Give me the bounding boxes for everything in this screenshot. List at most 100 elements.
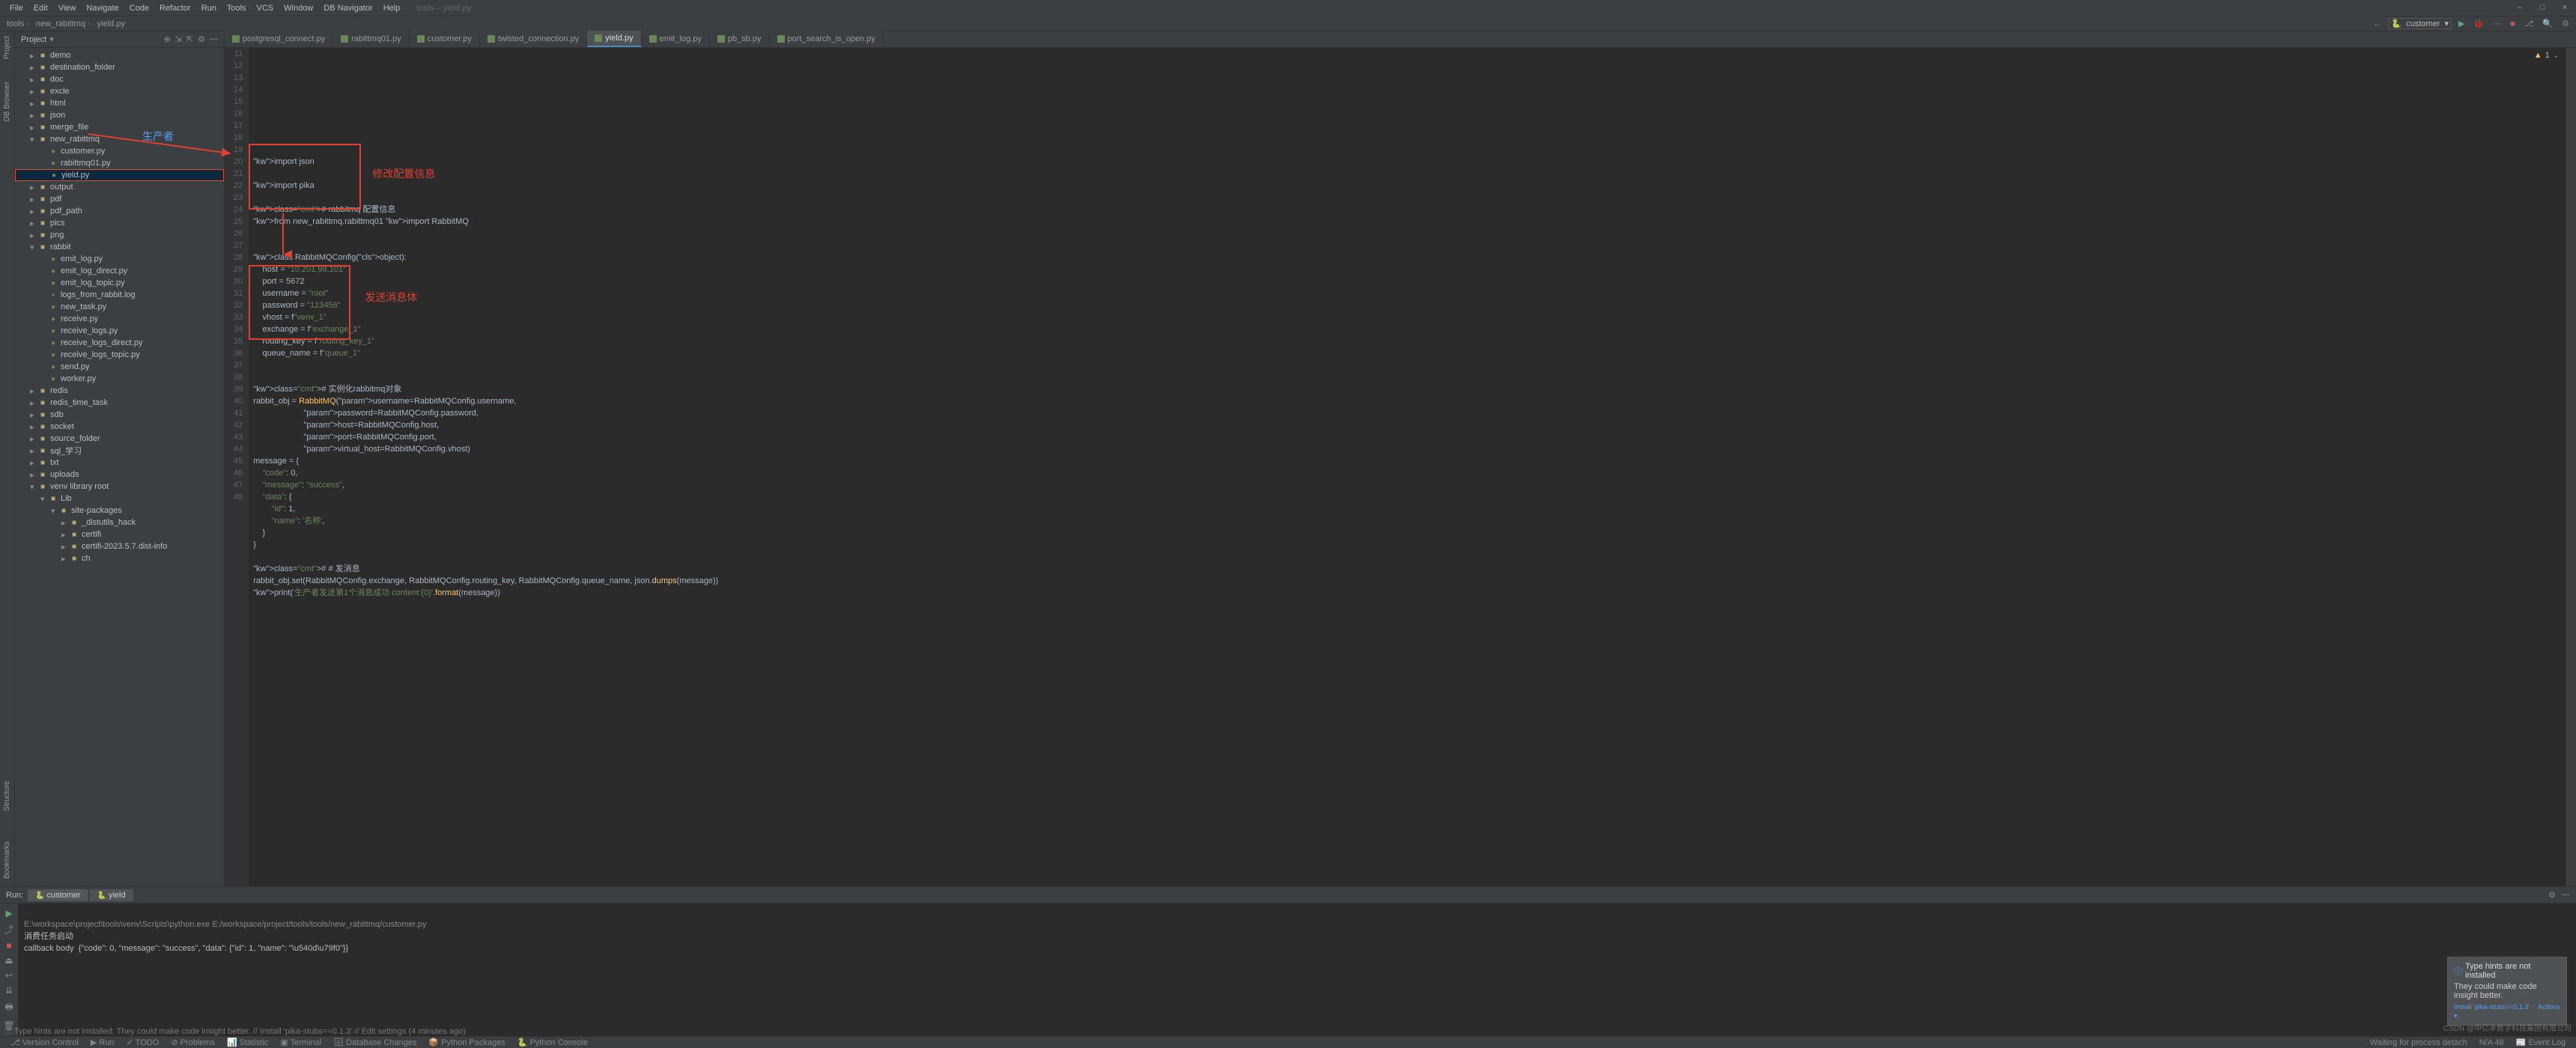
git-icon[interactable]: ⎇ <box>2522 19 2536 28</box>
debug-button[interactable]: 🐞 <box>2471 19 2486 28</box>
minimize-button[interactable]: – <box>2509 0 2531 15</box>
run-button[interactable] <box>2456 19 2467 28</box>
run-tab-customer[interactable]: 🐍 customer <box>28 889 88 901</box>
tree-item-ch[interactable]: ▸■ch <box>15 552 224 564</box>
tree-item-worker-py[interactable]: ●worker.py <box>15 373 224 385</box>
status-eventlog[interactable]: 📰 Event Log <box>2510 1038 2572 1047</box>
tree-item-excle[interactable]: ▸■excle <box>15 85 224 97</box>
tree-item-sdb[interactable]: ▸■sdb <box>15 409 224 421</box>
tree-item-output[interactable]: ▸■output <box>15 181 224 193</box>
run-config-selector[interactable]: 🐍 customer ▾ <box>2388 18 2452 29</box>
run-hide-icon[interactable]: — <box>2562 890 2570 900</box>
back-icon[interactable]: ← <box>2371 19 2384 28</box>
menu-window[interactable]: Window <box>279 4 318 13</box>
menu-tools[interactable]: Tools <box>222 4 252 13</box>
status-pypackages[interactable]: 📦 Python Packages <box>422 1038 511 1047</box>
status-terminal[interactable]: ▣ Terminal <box>274 1038 327 1047</box>
locate-icon[interactable]: ⊕ <box>163 34 170 44</box>
tree-item-rabbit[interactable]: ▾■rabbit <box>15 241 224 253</box>
install-link[interactable]: Install 'pika-stubs==0.1.3' <box>2454 1003 2530 1011</box>
menu-navigate[interactable]: Navigate <box>81 4 124 13</box>
tree-item-yield-py[interactable]: ●yield.py <box>15 169 224 181</box>
tree-item-receive-py[interactable]: ●receive.py <box>15 313 224 325</box>
hide-icon[interactable]: — <box>210 34 218 44</box>
settings-icon[interactable]: ⚙ <box>2560 19 2572 28</box>
breadcrumb-root[interactable]: tools <box>4 19 34 28</box>
status-vcs[interactable]: ⎇ Version Control <box>4 1038 85 1047</box>
run-output[interactable]: E:\workspace\project\tools\venv\Scripts\… <box>18 904 2576 1036</box>
tree-item-logs-from-rabbit-log[interactable]: ▪logs_from_rabbit.log <box>15 289 224 301</box>
tree-item-receive-logs-direct-py[interactable]: ●receive_logs_direct.py <box>15 337 224 349</box>
tree-item-source-folder[interactable]: ▸■source_folder <box>15 433 224 445</box>
inspection-widget[interactable]: ▲ 1 ⌄ <box>2534 49 2560 61</box>
tree-item-png[interactable]: ▸■png <box>15 229 224 241</box>
tree-item-lib[interactable]: ▾■Lib <box>15 493 224 505</box>
menu-dbnavigator[interactable]: DB Navigator <box>318 4 377 13</box>
tree-item-destination-folder[interactable]: ▸■destination_folder <box>15 61 224 73</box>
tab-rabittmq01-py[interactable]: rabittmq01.py <box>333 31 410 47</box>
tree-item-html[interactable]: ▸■html <box>15 97 224 109</box>
menu-view[interactable]: View <box>53 4 82 13</box>
stop-button[interactable] <box>2508 19 2518 28</box>
tree-item-socket[interactable]: ▸■socket <box>15 421 224 433</box>
tree-item-pdf[interactable]: ▸■pdf <box>15 193 224 205</box>
status-statistic[interactable]: 📊 Statistic <box>221 1038 274 1047</box>
more-run-icon[interactable]: ⋯ <box>2491 19 2503 28</box>
tree-item-uploads[interactable]: ▸■uploads <box>15 469 224 481</box>
scroll-end-icon[interactable]: ⇊ <box>5 985 13 996</box>
tree-item-send-py[interactable]: ●send.py <box>15 361 224 373</box>
tree-item-redis-time-task[interactable]: ▸■redis_time_task <box>15 397 224 409</box>
menu-run[interactable]: Run <box>196 4 222 13</box>
status-pyconsole[interactable]: 🐍 Python Console <box>511 1038 594 1047</box>
tree-item-certifi-2023-5-7-dist-info[interactable]: ▸■certifi-2023.5.7.dist-info <box>15 540 224 552</box>
maximize-button[interactable]: □ <box>2531 0 2554 15</box>
run-tab-yield[interactable]: 🐍 yield <box>90 889 133 901</box>
tree-item-emit-log-topic-py[interactable]: ●emit_log_topic.py <box>15 277 224 289</box>
tree-item-demo[interactable]: ▸■demo <box>15 49 224 61</box>
tab-port-search-is-open-py[interactable]: port_search_is_open.py <box>770 31 884 47</box>
notification-balloon[interactable]: ⓘ Type hints are not installed They coul… <box>2447 957 2567 1026</box>
tree-item-json[interactable]: ▸■json <box>15 109 224 121</box>
close-button[interactable]: × <box>2554 0 2576 15</box>
soft-wrap-icon[interactable]: ↩ <box>5 970 13 981</box>
status-todo[interactable]: ✓ TODO <box>121 1038 165 1047</box>
db-browser-tool-button[interactable]: DB Browser <box>3 82 11 121</box>
tree-item-customer-py[interactable]: ●customer.py <box>15 145 224 157</box>
menu-help[interactable]: Help <box>378 4 406 13</box>
menu-code[interactable]: Code <box>124 4 154 13</box>
tree-item-rabittmq01-py[interactable]: ●rabittmq01.py <box>15 157 224 169</box>
menu-refactor[interactable]: Refactor <box>154 4 196 13</box>
run-stop-button[interactable] <box>6 940 11 951</box>
tree-item-certifi[interactable]: ▸■certifi <box>15 528 224 540</box>
collapse-icon[interactable]: ⇱ <box>186 34 193 44</box>
tab-emit-log-py[interactable]: emit_log.py <box>642 31 710 47</box>
run-exit-icon[interactable]: ⏏ <box>4 955 13 966</box>
editor-marker-bar[interactable] <box>2566 48 2576 886</box>
menu-file[interactable]: File <box>4 4 28 13</box>
tree-item-receive-logs-topic-py[interactable]: ●receive_logs_topic.py <box>15 349 224 361</box>
tab-twisted-connection-py[interactable]: twisted_connection.py <box>480 31 587 47</box>
search-icon[interactable]: 🔍 <box>2540 19 2555 28</box>
tree-item-emit-log-py[interactable]: ●emit_log.py <box>15 253 224 265</box>
tree-item-new-task-py[interactable]: ●new_task.py <box>15 301 224 313</box>
run-settings-icon[interactable]: ⚙ <box>2548 890 2556 900</box>
status-problems[interactable]: ⊘ Problems <box>165 1038 221 1047</box>
tree-item-sql-[interactable]: ▸■sql_学习 <box>15 445 224 457</box>
status-dbchanges[interactable]: 🗄 Database Changes <box>327 1038 422 1047</box>
menu-vcs[interactable]: VCS <box>252 4 279 13</box>
tab-postgresql-connect-py[interactable]: postgresql_connect.py <box>225 31 333 47</box>
tree-item-new-rabittmq[interactable]: ▾■new_rabittmq <box>15 133 224 145</box>
tree-item-site-packages[interactable]: ▾■site-packages <box>15 505 224 517</box>
breadcrumb-folder[interactable]: new_rabittmq <box>34 19 95 28</box>
run-debug-icon[interactable]: ⤴ <box>4 923 13 936</box>
tree-item-venv-library-root[interactable]: ▾■venv library root <box>15 481 224 493</box>
tree-item-redis[interactable]: ▸■redis <box>15 385 224 397</box>
tree-item-emit-log-direct-py[interactable]: ●emit_log_direct.py <box>15 265 224 277</box>
tree-item-merge-file[interactable]: ▸■merge_file <box>15 121 224 133</box>
tree-item-doc[interactable]: ▸■doc <box>15 73 224 85</box>
print-icon[interactable]: 🖶 <box>4 1000 13 1016</box>
tree-item-pics[interactable]: ▸■pics <box>15 217 224 229</box>
project-tree[interactable]: ▸■demo▸■destination_folder▸■doc▸■excle▸■… <box>15 48 224 886</box>
editor[interactable]: 1112131415161718192021222324252627282930… <box>225 48 2576 886</box>
tab-customer-py[interactable]: customer.py <box>410 31 480 47</box>
